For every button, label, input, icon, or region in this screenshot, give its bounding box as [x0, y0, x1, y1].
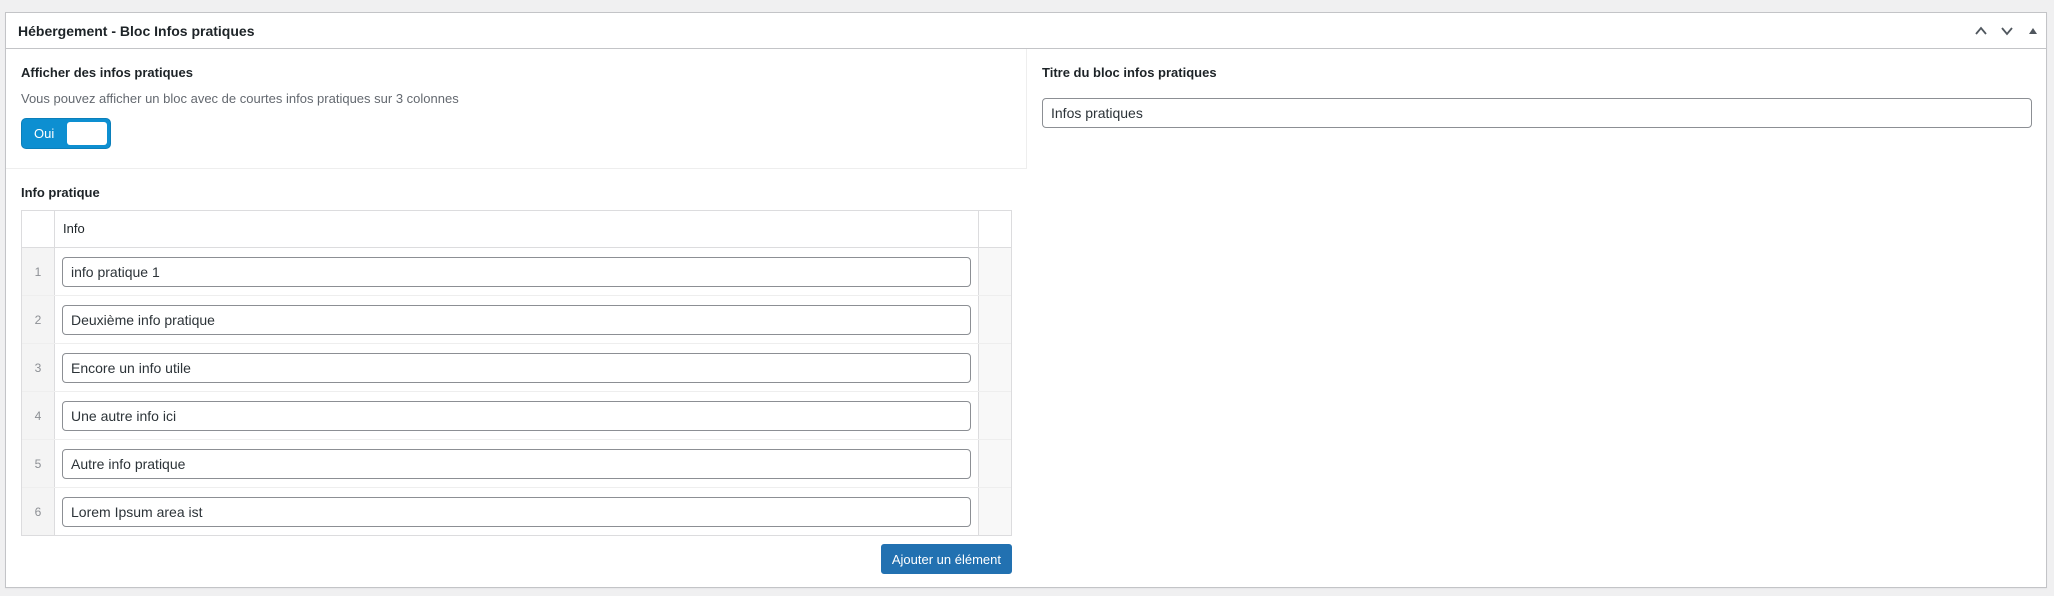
title-field: Titre du bloc infos pratiques	[1027, 49, 2047, 169]
row-cell	[55, 344, 978, 391]
row-order-handle[interactable]: 1	[22, 248, 55, 296]
repeater-header: Info	[22, 211, 1011, 249]
order-column-header	[22, 211, 55, 248]
row-actions[interactable]	[978, 488, 1011, 536]
row-cell	[55, 248, 978, 295]
table-row: 5	[22, 440, 1011, 489]
toggle-field-label: Afficher des infos pratiques	[21, 65, 193, 80]
toggle-field-description: Vous pouvez afficher un bloc avec de cou…	[21, 91, 459, 107]
handle-actions	[1968, 13, 2046, 49]
row-actions[interactable]	[978, 344, 1011, 392]
chevron-down-icon	[2001, 26, 2013, 35]
row-actions[interactable]	[978, 440, 1011, 488]
table-row: 3	[22, 344, 1011, 393]
repeater-table: Info 1 2 3	[21, 210, 1012, 537]
row-order-handle[interactable]: 3	[22, 344, 55, 392]
remove-column-header	[978, 211, 1011, 248]
postbox-header: Hébergement - Bloc Infos pratiques	[6, 13, 2046, 49]
info-input[interactable]	[62, 304, 971, 335]
row-order-handle[interactable]: 5	[22, 440, 55, 488]
postbox-title: Hébergement - Bloc Infos pratiques	[18, 22, 255, 39]
info-input[interactable]	[62, 352, 971, 383]
table-row: 6	[22, 488, 1011, 536]
move-down-button[interactable]	[1994, 13, 2020, 49]
row-order-handle[interactable]: 4	[22, 392, 55, 440]
block-title-input[interactable]	[1042, 98, 2032, 129]
fields-container: Afficher des infos pratiques Vous pouvez…	[6, 49, 2046, 587]
info-input[interactable]	[62, 400, 971, 431]
info-input[interactable]	[62, 448, 971, 479]
add-item-button[interactable]: Ajouter un élément	[880, 544, 1012, 575]
info-column-header: Info	[63, 221, 85, 237]
toggle-field: Afficher des infos pratiques Vous pouvez…	[6, 49, 1027, 169]
row-order-handle[interactable]: 2	[22, 296, 55, 344]
chevron-up-icon	[1975, 26, 1987, 35]
switch-on-label: Oui	[34, 126, 55, 142]
row-actions[interactable]	[978, 392, 1011, 440]
table-row: 2	[22, 296, 1011, 345]
repeater-field: Info pratique Info 1 2	[6, 169, 1027, 587]
triangle-up-icon	[2029, 27, 2037, 34]
row-cell	[55, 392, 978, 439]
row-actions[interactable]	[978, 248, 1011, 296]
table-row: 4	[22, 392, 1011, 441]
info-input[interactable]	[62, 496, 971, 527]
repeater-field-label: Info pratique	[21, 185, 100, 200]
title-field-label: Titre du bloc infos pratiques	[1042, 65, 1217, 80]
postbox: Hébergement - Bloc Infos pratiques Affic…	[5, 12, 2047, 588]
toggle-panel-button[interactable]	[2020, 13, 2046, 49]
show-infos-switch[interactable]: Oui	[21, 118, 111, 150]
row-cell	[55, 488, 978, 535]
switch-slider	[67, 122, 107, 146]
table-row: 1	[22, 248, 1011, 297]
row-cell	[55, 440, 978, 487]
repeater-actions: Ajouter un élément	[21, 544, 1012, 575]
row-cell	[55, 296, 978, 343]
row-actions[interactable]	[978, 296, 1011, 344]
info-input[interactable]	[62, 256, 971, 287]
move-up-button[interactable]	[1968, 13, 1994, 49]
row-order-handle[interactable]: 6	[22, 488, 55, 536]
